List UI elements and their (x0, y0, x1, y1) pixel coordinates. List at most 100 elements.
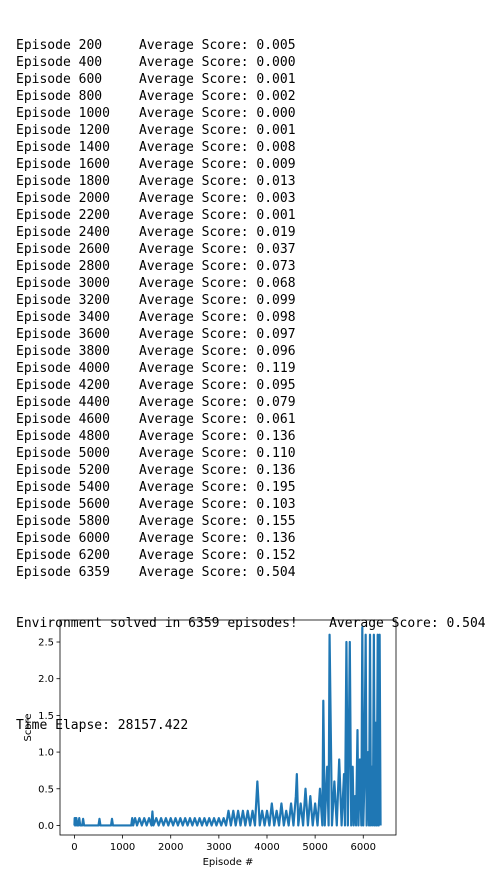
log-row: Episode 5200 Average Score: 0.136 (16, 462, 486, 479)
average-score-label: Average Score: 0.095 (139, 378, 296, 393)
average-score-label: Average Score: 0.097 (139, 327, 296, 342)
average-score-label: Average Score: 0.152 (139, 548, 296, 563)
episode-label: Episode 5400 (16, 480, 110, 495)
average-score-label: Average Score: 0.136 (139, 531, 296, 546)
episode-label: Episode 1400 (16, 140, 110, 155)
episode-label: Episode 4800 (16, 429, 110, 444)
average-score-label: Average Score: 0.008 (139, 140, 296, 155)
average-score-label: Average Score: 0.136 (139, 463, 296, 478)
log-row: Episode 4600 Average Score: 0.061 (16, 411, 486, 428)
episode-label: Episode 800 (16, 89, 103, 104)
log-row: Episode 6359 Average Score: 0.504 (16, 564, 486, 581)
average-score-label: Average Score: 0.136 (139, 429, 296, 444)
episode-label: Episode 2600 (16, 242, 110, 257)
average-score-label: Average Score: 0.099 (139, 293, 296, 308)
episode-label: Episode 600 (16, 72, 103, 87)
average-score-label: Average Score: 0.000 (139, 55, 296, 70)
log-row: Episode 2800 Average Score: 0.073 (16, 258, 486, 275)
average-score-label: Average Score: 0.073 (139, 259, 296, 274)
y-tick-label: 0.5 (38, 784, 54, 795)
log-row: Episode 600 Average Score: 0.001 (16, 71, 486, 88)
log-row: Episode 5000 Average Score: 0.110 (16, 445, 486, 462)
episode-label: Episode 3800 (16, 344, 110, 359)
log-row: Episode 6000 Average Score: 0.136 (16, 530, 486, 547)
average-score-label: Average Score: 0.001 (139, 208, 296, 223)
x-tick-label: 3000 (206, 842, 231, 853)
episode-label: Episode 6359 (16, 565, 110, 580)
average-score-label: Average Score: 0.013 (139, 174, 296, 189)
log-row: Episode 1800 Average Score: 0.013 (16, 173, 486, 190)
y-axis-label: Score (23, 713, 34, 741)
average-score-label: Average Score: 0.504 (139, 565, 296, 580)
log-row: Episode 4800 Average Score: 0.136 (16, 428, 486, 445)
episode-label: Episode 2000 (16, 191, 110, 206)
x-tick-label: 1000 (110, 842, 135, 853)
x-tick-label: 6000 (351, 842, 376, 853)
average-score-label: Average Score: 0.009 (139, 157, 296, 172)
episode-label: Episode 4000 (16, 361, 110, 376)
episode-label: Episode 2200 (16, 208, 110, 223)
x-axis-label: Episode # (203, 857, 254, 868)
episode-label: Episode 6000 (16, 531, 110, 546)
episode-label: Episode 3400 (16, 310, 110, 325)
average-score-label: Average Score: 0.098 (139, 310, 296, 325)
average-score-label: Average Score: 0.068 (139, 276, 296, 291)
average-score-label: Average Score: 0.005 (139, 38, 296, 53)
log-row: Episode 1400 Average Score: 0.008 (16, 139, 486, 156)
log-row: Episode 2400 Average Score: 0.019 (16, 224, 486, 241)
average-score-label: Average Score: 0.110 (139, 446, 296, 461)
x-tick-label: 2000 (158, 842, 183, 853)
log-row: Episode 200 Average Score: 0.005 (16, 37, 486, 54)
average-score-label: Average Score: 0.119 (139, 361, 296, 376)
average-score-label: Average Score: 0.195 (139, 480, 296, 495)
episode-label: Episode 5800 (16, 514, 110, 529)
average-score-label: Average Score: 0.003 (139, 191, 296, 206)
average-score-label: Average Score: 0.019 (139, 225, 296, 240)
average-score-label: Average Score: 0.000 (139, 106, 296, 121)
score-chart: 0 1000 2000 3000 4000 5000 6000 0.0 0.5 1.0 1.5 2.0… (0, 605, 486, 873)
log-row: Episode 800 Average Score: 0.002 (16, 88, 486, 105)
y-tick-label: 2.0 (38, 674, 54, 685)
episode-label: Episode 5000 (16, 446, 110, 461)
episode-label: Episode 2800 (16, 259, 110, 274)
y-tick-label: 1.5 (38, 711, 54, 722)
episode-label: Episode 200 (16, 38, 103, 53)
average-score-label: Average Score: 0.103 (139, 497, 296, 512)
episode-label: Episode 3000 (16, 276, 110, 291)
episode-label: Episode 3200 (16, 293, 110, 308)
episode-label: Episode 1200 (16, 123, 110, 138)
log-row: Episode 4200 Average Score: 0.095 (16, 377, 486, 394)
average-score-label: Average Score: 0.155 (139, 514, 296, 529)
y-tick-label: 2.5 (38, 638, 54, 649)
log-row: Episode 6200 Average Score: 0.152 (16, 547, 486, 564)
average-score-label: Average Score: 0.037 (139, 242, 296, 257)
log-row: Episode 1600 Average Score: 0.009 (16, 156, 486, 173)
x-tick-label: 5000 (302, 842, 327, 853)
log-row: Episode 3600 Average Score: 0.097 (16, 326, 486, 343)
log-row: Episode 2000 Average Score: 0.003 (16, 190, 486, 207)
episode-label: Episode 4600 (16, 412, 110, 427)
episode-label: Episode 2400 (16, 225, 110, 240)
log-row: Episode 1000 Average Score: 0.000 (16, 105, 486, 122)
log-row: Episode 3200 Average Score: 0.099 (16, 292, 486, 309)
log-row: Episode 3000 Average Score: 0.068 (16, 275, 486, 292)
average-score-label: Average Score: 0.001 (139, 72, 296, 87)
log-row: Episode 4400 Average Score: 0.079 (16, 394, 486, 411)
log-row: Episode 3800 Average Score: 0.096 (16, 343, 486, 360)
x-tick-label: 4000 (254, 842, 279, 853)
average-score-label: Average Score: 0.061 (139, 412, 296, 427)
average-score-label: Average Score: 0.079 (139, 395, 296, 410)
episode-label: Episode 4400 (16, 395, 110, 410)
log-row: Episode 5800 Average Score: 0.155 (16, 513, 486, 530)
episode-label: Episode 5200 (16, 463, 110, 478)
average-score-label: Average Score: 0.096 (139, 344, 296, 359)
log-row: Episode 3400 Average Score: 0.098 (16, 309, 486, 326)
episode-label: Episode 1600 (16, 157, 110, 172)
episode-label: Episode 400 (16, 55, 103, 70)
y-tick-label: 1.0 (38, 748, 54, 759)
episode-label: Episode 6200 (16, 548, 110, 563)
episode-label: Episode 1000 (16, 106, 110, 121)
score-chart-svg: 0 1000 2000 3000 4000 5000 6000 0.0 0.5 1.0 1.5 2.0… (23, 619, 397, 868)
log-row: Episode 4000 Average Score: 0.119 (16, 360, 486, 377)
y-tick-label: 0.0 (38, 821, 54, 832)
